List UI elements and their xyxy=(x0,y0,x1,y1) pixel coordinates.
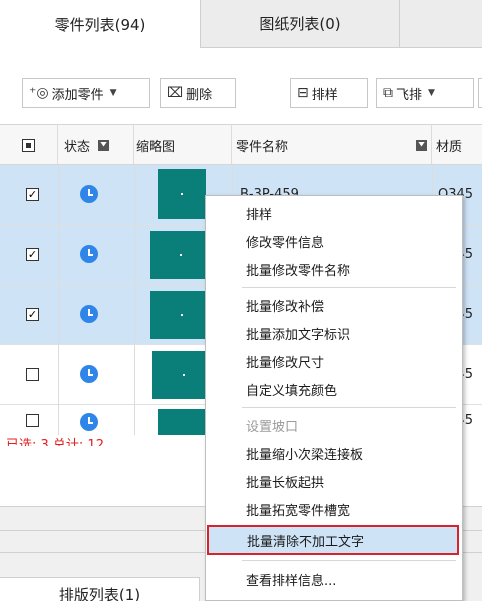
header-part-name-label: 零件名称 xyxy=(236,139,289,155)
menu-item-nest[interactable]: 排样 xyxy=(206,200,462,226)
add-part-label: 添加零件 xyxy=(51,87,104,103)
nest-icon: ⊟ xyxy=(297,85,309,101)
part-thumbnail xyxy=(158,169,206,219)
delete-icon: ⌧ xyxy=(167,85,184,101)
add-part-icon: ⁺◎ xyxy=(29,85,49,101)
part-thumbnail xyxy=(150,231,206,279)
toolbar-overflow-button[interactable] xyxy=(478,78,482,108)
menu-separator xyxy=(242,287,456,288)
header-part-name[interactable]: 零件名称 xyxy=(232,125,432,165)
menu-item-batch-add-text[interactable]: 批量添加文字标识 xyxy=(206,320,462,346)
menu-item-shrink-connector[interactable]: 批量缩小次梁连接板 xyxy=(206,440,462,466)
clock-icon xyxy=(80,305,98,323)
header-material[interactable]: 材质 xyxy=(432,125,482,165)
tab-parts-list[interactable]: 零件列表(94) xyxy=(0,0,200,48)
toolbar: ⁺◎ 添加零件 ▼ ⌧ 删除 ⊟ 排样 ⧉ 飞排 ▼ xyxy=(0,48,482,124)
fly-cut-button[interactable]: ⧉ 飞排 ▼ xyxy=(376,78,474,108)
nest-button[interactable]: ⊟ 排样 xyxy=(290,78,368,108)
row-checkbox[interactable] xyxy=(26,368,39,381)
menu-separator xyxy=(242,560,456,561)
menu-separator xyxy=(242,407,456,408)
header-status[interactable]: 状态 xyxy=(58,125,134,165)
nest-label: 排样 xyxy=(311,87,338,103)
filter-icon[interactable] xyxy=(98,139,110,151)
row-checkbox[interactable]: ✓ xyxy=(26,248,39,261)
select-all-checkbox[interactable] xyxy=(22,138,35,152)
part-thumbnail xyxy=(152,351,206,399)
menu-item-batch-compensation[interactable]: 批量修改补偿 xyxy=(206,292,462,318)
header-thumbnail-label: 缩略图 xyxy=(136,139,176,155)
part-thumbnail xyxy=(150,291,206,339)
menu-item-camber-long-plate[interactable]: 批量长板起拱 xyxy=(206,468,462,494)
chevron-down-icon[interactable]: ▼ xyxy=(110,88,117,98)
part-thumbnail xyxy=(158,409,206,435)
table-header: 状态 缩略图 零件名称 材质 xyxy=(0,125,482,165)
delete-label: 删除 xyxy=(186,87,213,103)
menu-item-batch-resize[interactable]: 批量修改尺寸 xyxy=(206,348,462,374)
menu-item-set-bevel: 设置坡口 xyxy=(246,419,299,435)
chevron-down-icon[interactable]: ▼ xyxy=(428,88,435,98)
header-material-label: 材质 xyxy=(436,139,463,155)
context-menu: 排样 修改零件信息 批量修改零件名称 批量修改补偿 批量添加文字标识 批量修改尺… xyxy=(205,195,463,601)
part-tabs: 零件列表(94) 图纸列表(0) xyxy=(0,0,482,48)
add-part-button[interactable]: ⁺◎ 添加零件 ▼ xyxy=(22,78,150,108)
menu-item-fill-color[interactable]: 自定义填充颜色 xyxy=(206,376,462,402)
delete-button[interactable]: ⌧ 删除 xyxy=(160,78,236,108)
menu-item-clear-unprocessed-text[interactable]: 批量清除不加工文字 xyxy=(207,525,459,555)
menu-item-batch-rename[interactable]: 批量修改零件名称 xyxy=(206,256,462,282)
row-checkbox[interactable]: ✓ xyxy=(26,188,39,201)
row-checkbox[interactable] xyxy=(26,414,39,427)
clock-icon xyxy=(80,413,98,431)
tab-nesting-list[interactable]: 排版列表(1) xyxy=(0,577,200,601)
clock-icon xyxy=(80,245,98,263)
menu-item-edit-part-info[interactable]: 修改零件信息 xyxy=(206,228,462,254)
menu-item-widen-slot[interactable]: 批量拓宽零件槽宽 xyxy=(206,496,462,522)
header-thumbnail[interactable]: 缩略图 xyxy=(134,125,232,165)
tab-drawings-list[interactable]: 图纸列表(0) xyxy=(200,0,400,48)
tab-strip-filler xyxy=(400,0,482,48)
fly-cut-icon: ⧉ xyxy=(383,85,393,101)
menu-item-view-nesting-info[interactable]: 查看排样信息... xyxy=(206,566,462,592)
header-status-label: 状态 xyxy=(64,139,91,155)
row-checkbox[interactable]: ✓ xyxy=(26,308,39,321)
header-select-all[interactable] xyxy=(0,125,58,165)
fly-cut-label: 飞排 xyxy=(396,87,423,103)
clock-icon xyxy=(80,365,98,383)
clock-icon xyxy=(80,185,98,203)
filter-icon[interactable] xyxy=(416,139,427,151)
